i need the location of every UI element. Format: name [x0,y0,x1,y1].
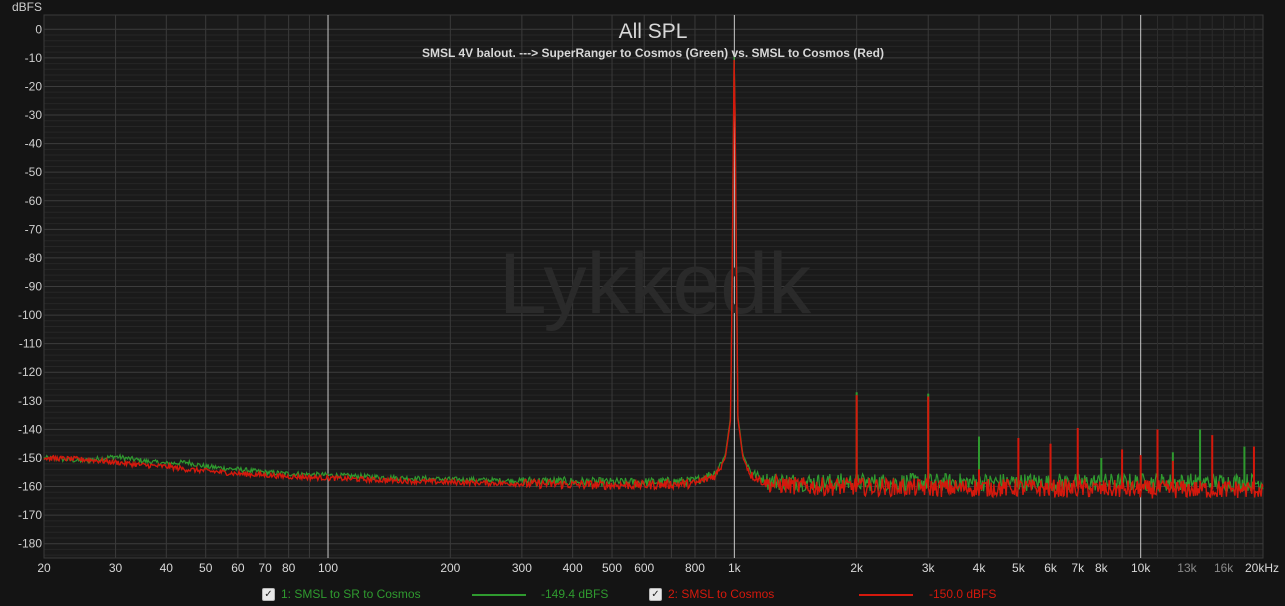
x-tick-label: 1k [728,561,742,575]
y-axis-ticks: 0 -10 -20 -30 -40 -50 -60 -70 -80 -90 -100 -110 -120… [18,22,42,550]
y-tick-label: -120 [18,365,42,379]
y-tick-label: -140 [18,422,42,436]
x-tick-label: 8k [1095,561,1109,575]
series-1-swatch [472,594,526,596]
spl-chart: Lykkedk 0 -10 -20 -30 -40 -50 -60 -70 -80 -90 -100… [12,0,1279,575]
x-tick-label: 800 [685,561,705,575]
y-tick-label: -10 [25,51,43,65]
y-tick-label: -40 [25,137,43,151]
x-tick-label: 50 [199,561,213,575]
y-tick-label: -180 [18,537,42,551]
series-2-checkbox[interactable]: ✓ [649,588,662,601]
y-tick-label: -70 [25,222,43,236]
x-axis-ticks: 20 30 40 50 60 70 80 100 200 300 400 500 600 800 1k 2k 3… [37,561,1279,575]
x-tick-label: 20 [37,561,51,575]
y-tick-label: -100 [18,308,42,322]
x-tick-label: 5k [1012,561,1026,575]
x-tick-label: 60 [231,561,245,575]
x-tick-label: 40 [160,561,174,575]
series-1-checkbox[interactable]: ✓ [262,588,275,601]
watermark: Lykkedk [499,236,812,332]
y-tick-label: -110 [19,337,42,351]
x-tick-label: 4k [973,561,987,575]
y-tick-label: 0 [35,22,42,36]
x-tick-label: 6k [1044,561,1058,575]
x-tick-label: 400 [563,561,583,575]
y-axis-label: dBFS [12,0,42,14]
y-tick-label: -170 [18,508,42,522]
y-tick-label: -130 [18,394,42,408]
x-tick-label: 3k [922,561,936,575]
y-tick-label: -150 [18,451,42,465]
x-tick-label: 13k [1177,561,1197,575]
series-2-swatch [859,594,913,596]
x-tick-label: 7k [1071,561,1085,575]
y-tick-label: -60 [25,194,43,208]
series-1-label: 1: SMSL to SR to Cosmos [281,587,421,601]
y-tick-label: -80 [25,251,43,265]
y-tick-label: -50 [25,165,43,179]
series-2-value: -150.0 dBFS [929,587,997,601]
y-tick-label: -20 [25,79,43,93]
x-tick-label: 500 [602,561,622,575]
x-tick-label: 20kHz [1245,561,1279,575]
series-2-label: 2: SMSL to Cosmos [668,587,775,601]
x-tick-label: 2k [850,561,864,575]
series-1-value: -149.4 dBFS [541,587,609,601]
x-tick-label: 100 [318,561,338,575]
x-tick-label: 600 [634,561,654,575]
x-tick-label: 70 [258,561,272,575]
chart-subtitle: SMSL 4V balout. ---> SuperRanger to Cosm… [422,46,884,60]
y-tick-label: -160 [18,480,42,494]
x-tick-label: 10k [1131,561,1151,575]
x-tick-label: 200 [440,561,460,575]
x-tick-label: 80 [282,561,296,575]
y-tick-label: -30 [25,108,43,122]
y-tick-label: -90 [25,280,43,294]
x-tick-label: 16k [1214,561,1234,575]
legend: ✓ 1: SMSL to SR to Cosmos -149.4 dBFS ✓ … [0,584,1285,606]
chart-title: All SPL [619,20,688,43]
x-tick-label: 30 [109,561,123,575]
x-tick-label: 300 [512,561,532,575]
